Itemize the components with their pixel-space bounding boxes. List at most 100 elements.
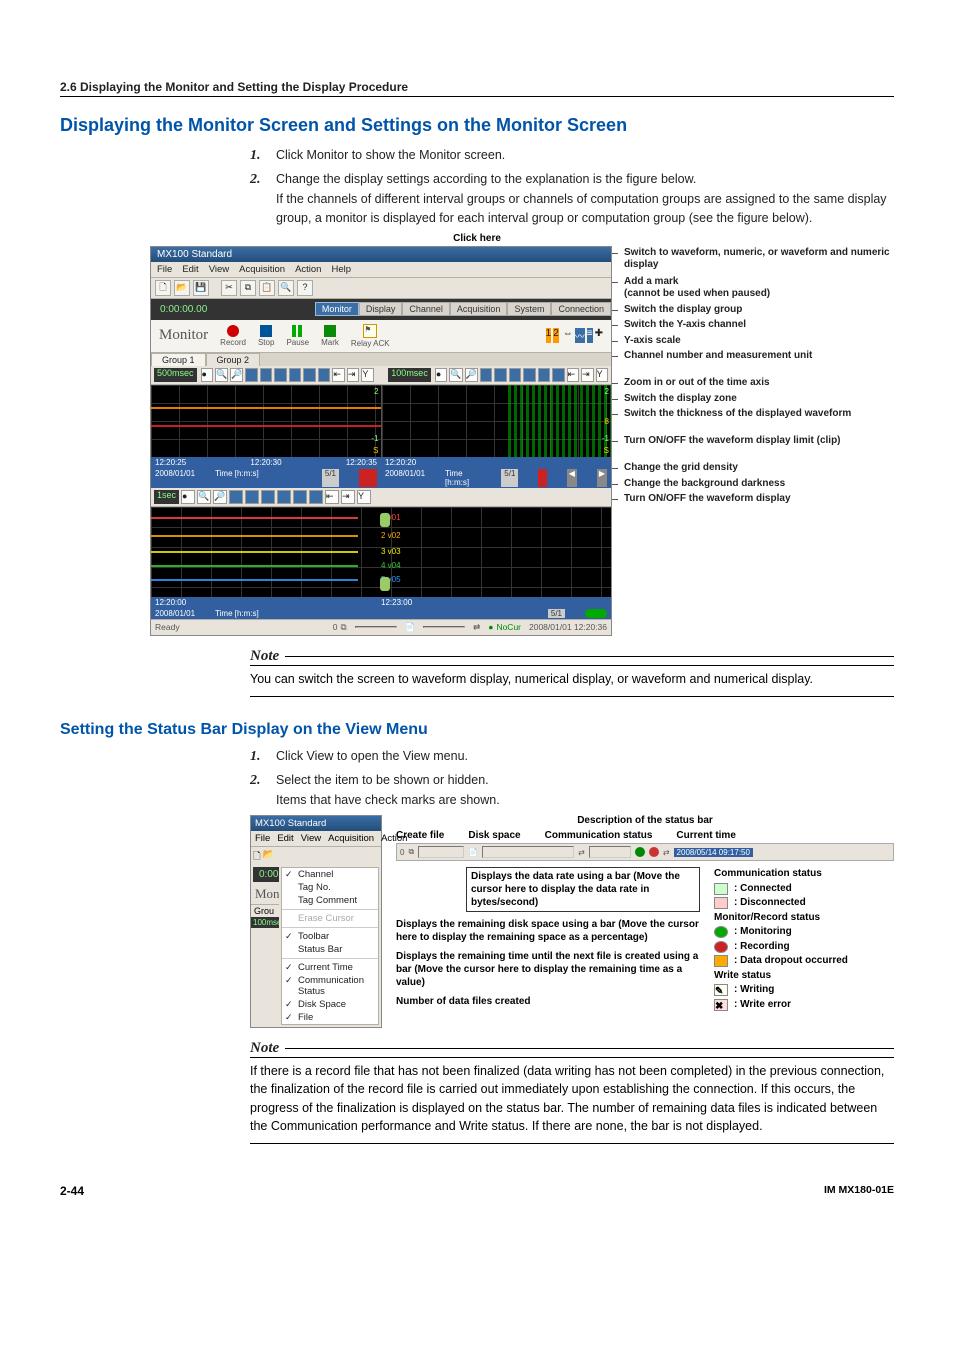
tab-connection[interactable]: Connection xyxy=(551,302,611,316)
vm-open-icon[interactable]: 📂 xyxy=(263,849,275,865)
menu-edit[interactable]: Edit xyxy=(182,264,198,275)
menu-help[interactable]: Help xyxy=(331,264,351,275)
b-clip-icon[interactable] xyxy=(261,490,275,504)
y-bot-r: -1 xyxy=(602,434,609,443)
b-wave-icon[interactable] xyxy=(309,490,323,504)
vm-tagcomment[interactable]: Tag Comment xyxy=(282,894,378,907)
tab-monitor[interactable]: Monitor xyxy=(315,302,359,316)
thickness-icon[interactable] xyxy=(260,368,272,382)
clip-icon[interactable] xyxy=(274,368,286,382)
pause-button[interactable]: Pause xyxy=(286,325,309,347)
relay-ack-button[interactable]: ⚑Relay ACK xyxy=(351,324,390,348)
grid-icon[interactable] xyxy=(289,368,301,382)
slider-handle-top[interactable] xyxy=(380,513,390,527)
group-switch-1-icon[interactable]: 1 xyxy=(546,328,552,343)
zoom-out-icon[interactable]: 🔎 xyxy=(230,368,243,382)
scroll-left-icon[interactable]: ◀ xyxy=(567,469,577,487)
r-wave-icon[interactable] xyxy=(552,368,564,382)
r-clip-icon[interactable] xyxy=(509,368,521,382)
vm-acq[interactable]: Acquisition xyxy=(328,833,374,844)
slider-handle-bottom[interactable] xyxy=(380,577,390,591)
page-footer: 2-44 IM MX180-01E xyxy=(60,1184,894,1198)
expand-left-icon[interactable]: ⇤ xyxy=(332,368,344,382)
save-icon[interactable]: 💾 xyxy=(193,280,209,296)
scroll-right-icon[interactable]: ▶ xyxy=(597,469,607,487)
vm-tagno[interactable]: Tag No. xyxy=(282,881,378,894)
menu-view[interactable]: View xyxy=(209,264,229,275)
expand-right-icon[interactable]: ⇥ xyxy=(347,368,359,382)
vm-channel[interactable]: Channel xyxy=(282,868,378,881)
r-zoom-out-icon[interactable]: 🔎 xyxy=(465,368,478,382)
status-time: 2008/05/14 09:17:50 xyxy=(674,848,753,857)
display-wave-icon[interactable]: 〰 xyxy=(575,328,585,343)
vm-currenttime[interactable]: Current Time xyxy=(282,961,378,974)
b-zoom-out-icon[interactable]: 🔎 xyxy=(213,490,227,504)
b-wave-onoff-icon[interactable]: ● xyxy=(181,490,195,504)
step-text: Click View to open the View menu. xyxy=(276,747,894,767)
search-icon[interactable]: 🔍 xyxy=(278,280,294,296)
click-here-label: Click here xyxy=(60,233,894,244)
b-left-icon[interactable]: ⇤ xyxy=(325,490,339,504)
wave-onoff-icon[interactable]: ● xyxy=(201,368,213,382)
desc-disk-space: Displays the remaining disk space using … xyxy=(396,918,700,944)
vm-diskspace[interactable]: Disk Space xyxy=(282,998,378,1011)
yaxis-icon[interactable]: Y xyxy=(361,368,373,382)
vm-statusbar[interactable]: Status Bar xyxy=(282,943,378,956)
figure-monitor-app: MX100 Standard File Edit View Acquisitio… xyxy=(150,246,894,636)
menu-file[interactable]: File xyxy=(157,264,172,275)
cut-icon[interactable]: ✂ xyxy=(221,280,237,296)
r-yaxis-icon[interactable]: Y xyxy=(596,368,608,382)
b-right-icon[interactable]: ⇥ xyxy=(341,490,355,504)
copy-icon[interactable]: ⧉ xyxy=(240,280,256,296)
display-exp-icon[interactable]: ⇔ xyxy=(563,328,573,343)
display-num-icon[interactable]: ≡ xyxy=(587,328,593,343)
tab-channel[interactable]: Channel xyxy=(402,302,450,316)
mark-add-icon[interactable]: ✚ xyxy=(595,328,603,343)
tab-system[interactable]: System xyxy=(507,302,551,316)
menu-acq[interactable]: Acquisition xyxy=(239,264,285,275)
y-mid-r: 8 xyxy=(605,417,609,426)
status-desc: Description of the status bar Create fil… xyxy=(396,815,894,1028)
wave-toggle-icon[interactable] xyxy=(318,368,330,382)
zoom-in-icon[interactable]: 🔍 xyxy=(215,368,228,382)
zone-icon[interactable] xyxy=(245,368,257,382)
tab-group2[interactable]: Group 2 xyxy=(206,353,261,366)
r-grid-icon[interactable] xyxy=(523,368,535,382)
vm-view[interactable]: View xyxy=(301,833,321,844)
step-2a: 2. Change the display settings according… xyxy=(250,170,894,226)
tab-group1[interactable]: Group 1 xyxy=(151,353,206,366)
b-zone-icon[interactable] xyxy=(229,490,243,504)
b-grid-icon[interactable] xyxy=(277,490,291,504)
new-icon[interactable]: 🗋 xyxy=(155,280,171,296)
r-zoom-in-icon[interactable]: 🔍 xyxy=(449,368,462,382)
b-dark-icon[interactable] xyxy=(293,490,307,504)
step-2b: 2. Select the item to be shown or hidden… xyxy=(250,771,894,809)
r-wave-onoff-icon[interactable]: ● xyxy=(435,368,447,382)
r-zone-icon[interactable] xyxy=(480,368,492,382)
record-button[interactable]: Record xyxy=(220,325,246,347)
b-th-icon[interactable] xyxy=(245,490,259,504)
group-switch-2-icon[interactable]: 2 xyxy=(553,328,559,343)
menu-action[interactable]: Action xyxy=(295,264,321,275)
b-zoom-in-icon[interactable]: 🔍 xyxy=(197,490,211,504)
vm-file[interactable]: File xyxy=(255,833,270,844)
r-dark-icon[interactable] xyxy=(538,368,550,382)
tab-acquisition[interactable]: Acquisition xyxy=(450,302,508,316)
vm-new-icon[interactable]: 🗋 xyxy=(253,849,261,865)
vm-edit[interactable]: Edit xyxy=(277,833,293,844)
b-yaxis-icon[interactable]: Y xyxy=(357,490,371,504)
open-icon[interactable]: 📂 xyxy=(174,280,190,296)
vm-toolbar[interactable]: Toolbar xyxy=(282,930,378,943)
r-right-icon[interactable]: ⇥ xyxy=(581,368,593,382)
tab-display[interactable]: Display xyxy=(359,302,403,316)
r-th-icon[interactable] xyxy=(494,368,506,382)
r-left-icon[interactable]: ⇤ xyxy=(567,368,579,382)
vm-commstatus[interactable]: Communication Status xyxy=(282,974,378,998)
darkness-icon[interactable] xyxy=(303,368,315,382)
stop-button[interactable]: Stop xyxy=(258,325,274,347)
mark-button[interactable]: Mark xyxy=(321,325,339,347)
help-icon[interactable]: ? xyxy=(297,280,313,296)
paste-icon[interactable]: 📋 xyxy=(259,280,275,296)
vm-file[interactable]: File xyxy=(282,1011,378,1024)
step-num: 1. xyxy=(250,146,266,166)
